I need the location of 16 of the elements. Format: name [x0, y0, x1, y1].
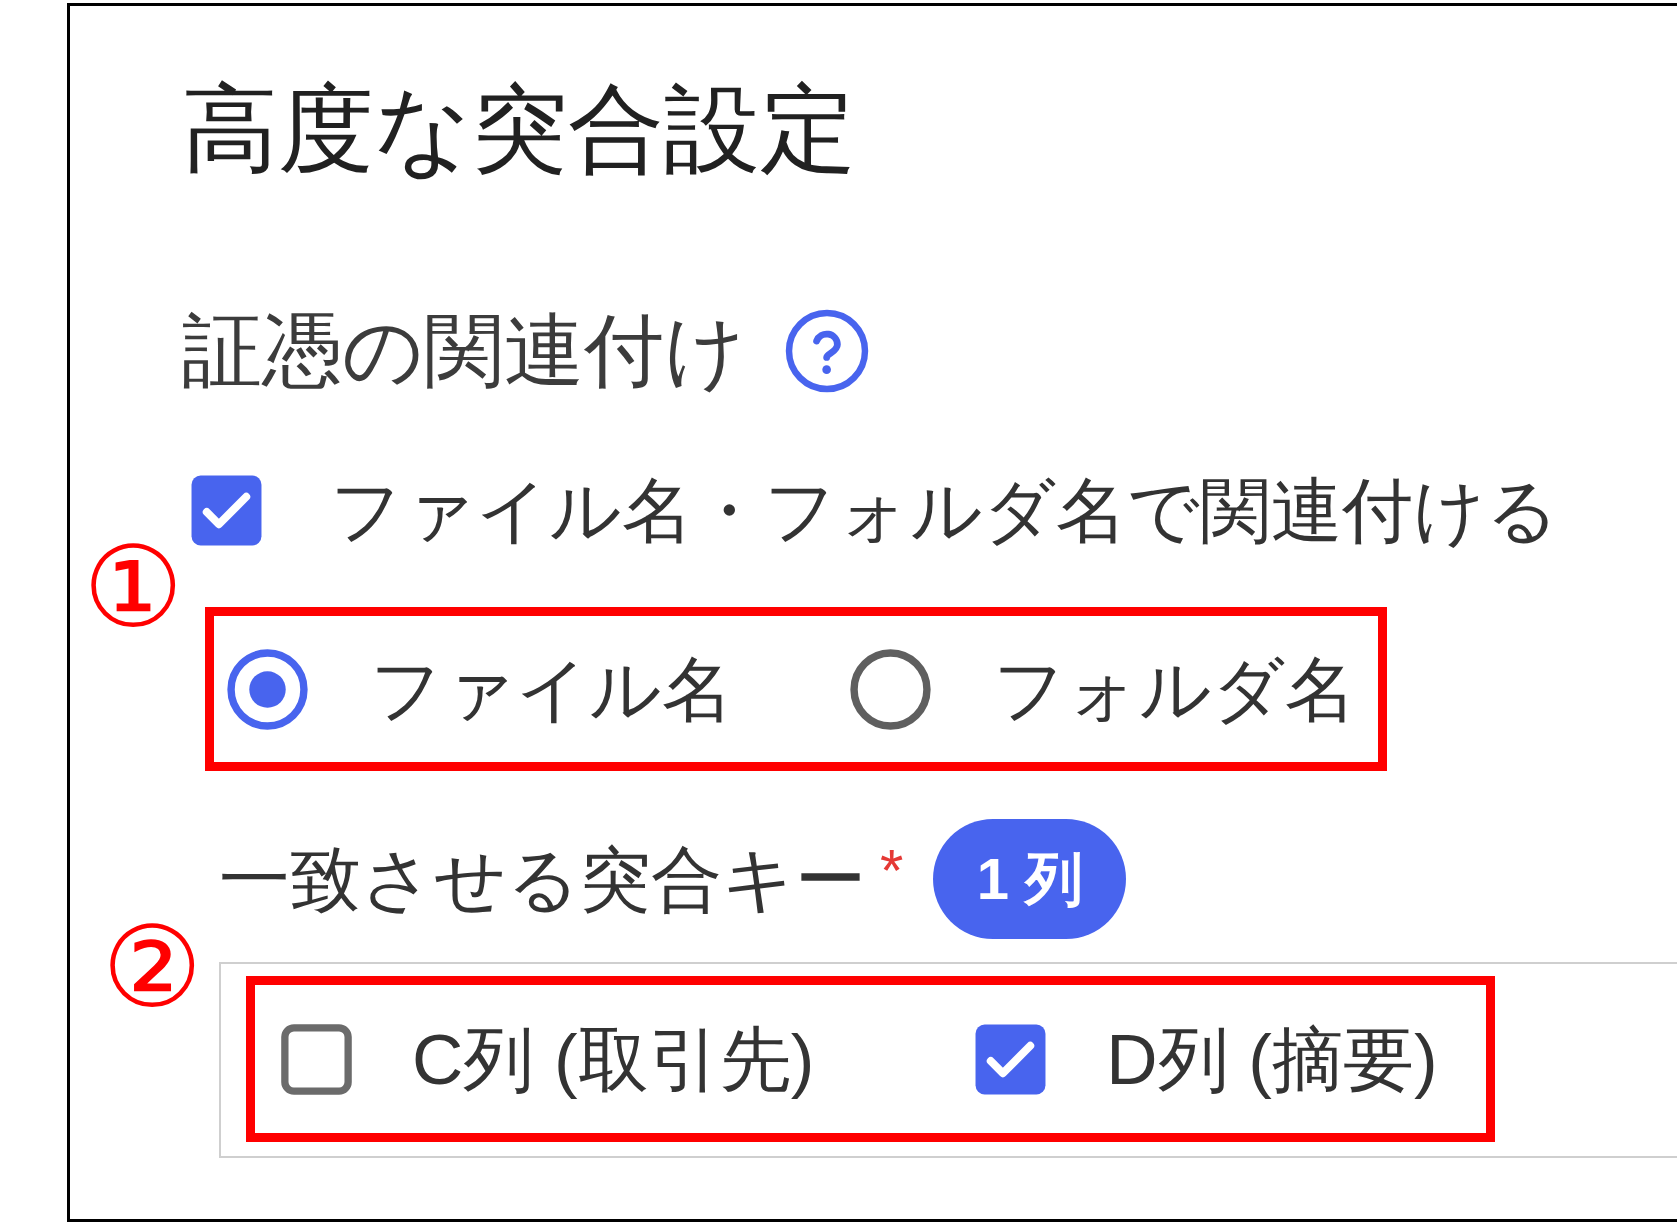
checkbox-label: ファイル名・フォルダ名で関連付ける — [330, 474, 1559, 546]
help-icon[interactable] — [784, 308, 870, 394]
section-heading: 証憑の関連付け — [182, 311, 746, 391]
checkbox[interactable] — [974, 1022, 1048, 1096]
checkbox[interactable] — [190, 473, 263, 547]
panel-title: 高度な突合設定 — [182, 79, 856, 179]
radio-label: ファイル名 — [370, 653, 733, 725]
annotation-number: ② — [102, 912, 202, 1024]
field-label: 一致させる突合キー — [219, 843, 866, 915]
count-badge: 1 列 — [933, 819, 1127, 939]
required-mark: * — [880, 841, 904, 901]
radio-button[interactable] — [850, 648, 931, 730]
checkbox[interactable] — [280, 1022, 353, 1096]
radio-button[interactable] — [227, 648, 308, 730]
annotation-number: ① — [83, 532, 183, 644]
radio-label: フォルダ名 — [993, 653, 1356, 725]
